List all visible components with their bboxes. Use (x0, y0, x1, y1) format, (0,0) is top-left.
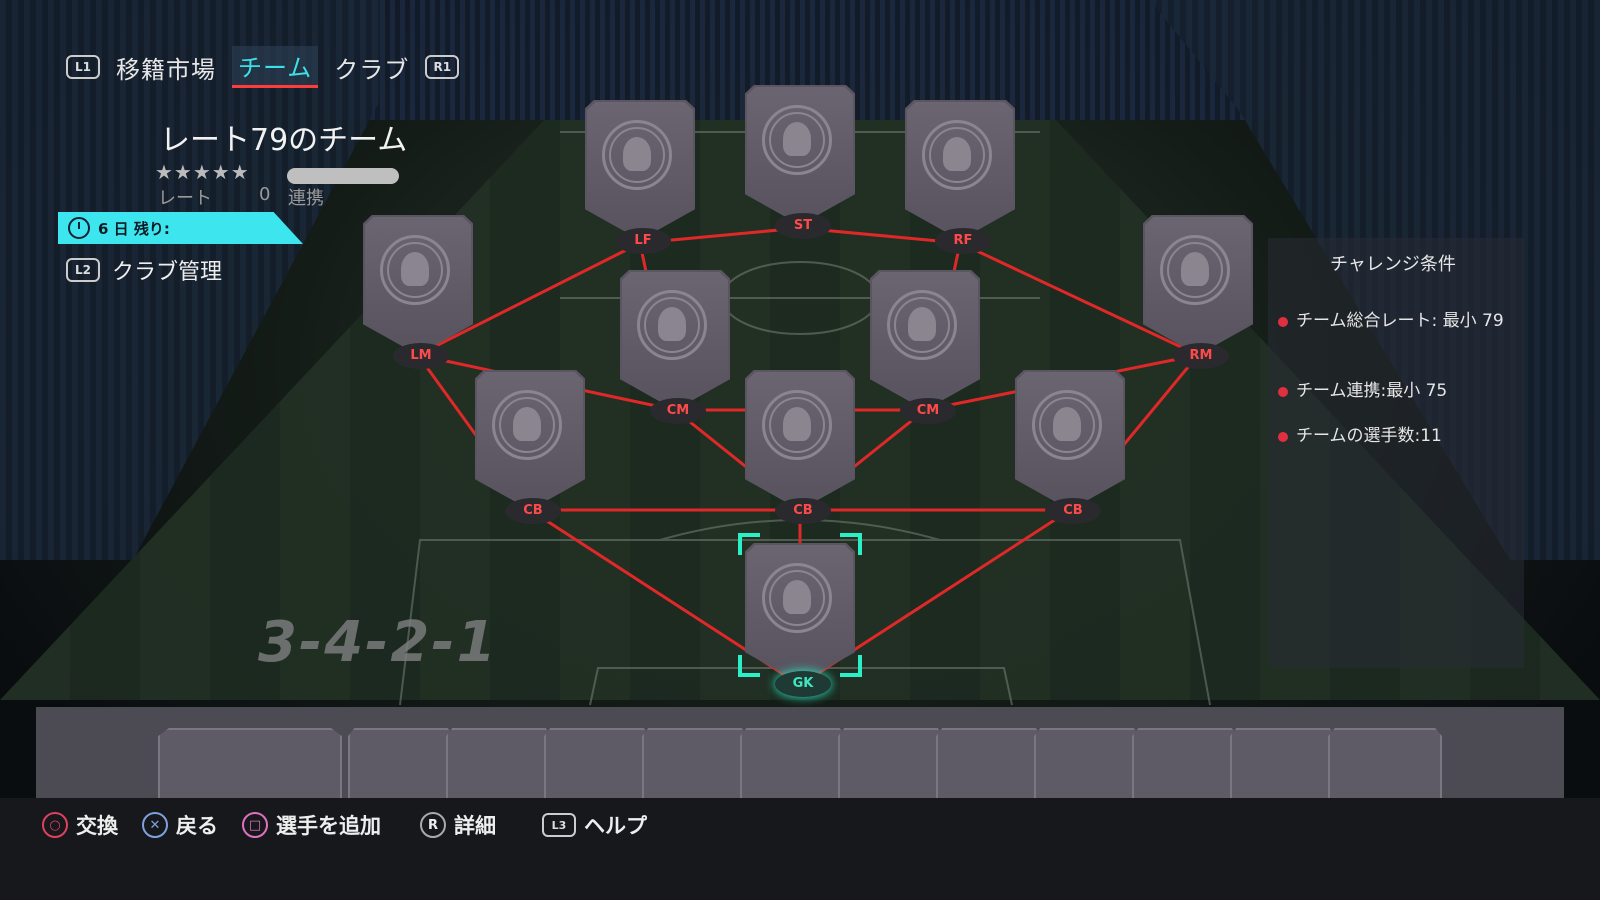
empty-player-icon (1160, 235, 1230, 305)
empty-player-icon (492, 390, 562, 460)
position-label: LF (615, 228, 671, 254)
hint-details[interactable]: R 詳細 (420, 810, 496, 840)
tab-team[interactable]: チーム (232, 46, 319, 88)
player-slot-cb-center[interactable]: CB (745, 370, 855, 524)
squad-title: レート79のチーム (160, 123, 408, 158)
position-label: CB (1045, 498, 1101, 524)
top-nav: L1 移籍市場 チーム クラブ R1 (66, 46, 460, 88)
l1-button[interactable]: L1 (66, 55, 100, 79)
player-slot-rf[interactable]: RF (905, 100, 1015, 254)
tab-transfer-market[interactable]: 移籍市場 (110, 48, 222, 87)
position-label: CM (650, 398, 706, 424)
bullet-icon (1278, 432, 1288, 442)
player-slot-st[interactable]: ST (745, 85, 855, 239)
hint-help[interactable]: L3 ヘルプ (542, 810, 647, 840)
square-button-icon: □ (242, 812, 268, 838)
selection-cursor (738, 533, 862, 677)
player-slot-cm-right[interactable]: CM (870, 270, 980, 424)
l2-button[interactable]: L2 (66, 258, 100, 282)
player-slot-cb-right[interactable]: CB (1015, 370, 1125, 524)
cross-button-icon: ✕ (142, 812, 168, 838)
empty-player-icon (762, 105, 832, 175)
left-stick-icon: L3 (542, 813, 576, 837)
button-hint-bar (0, 798, 1600, 900)
timer-text: 6 日 残り: (98, 219, 170, 238)
position-label: CB (775, 498, 831, 524)
club-management-label: クラブ管理 (112, 260, 223, 285)
requirement-item: チーム連携:最小 75 (1278, 378, 1524, 404)
requirement-text: チーム総合レート: 最小 79 (1296, 311, 1504, 331)
player-slot-cm-left[interactable]: CM (620, 270, 730, 424)
empty-player-icon (602, 120, 672, 190)
hint-label: 詳細 (454, 814, 496, 838)
star-rating: ★★★★★ (155, 160, 250, 184)
chemistry-bar (287, 168, 399, 184)
empty-player-icon (380, 235, 450, 305)
requirement-text: チーム連携:最小 75 (1296, 381, 1448, 401)
player-slot-rm[interactable]: RM (1143, 215, 1253, 369)
player-slot-cb-left[interactable]: CB (475, 370, 585, 524)
challenge-panel (1268, 238, 1524, 668)
player-slot-lm[interactable]: LM (363, 215, 473, 369)
player-slot-lf[interactable]: LF (585, 100, 695, 254)
position-label: CB (505, 498, 561, 524)
r1-button[interactable]: R1 (425, 55, 460, 79)
tab-club[interactable]: クラブ (328, 48, 415, 87)
hint-label: ヘルプ (584, 814, 647, 838)
right-stick-icon: R (420, 812, 446, 838)
requirement-item: チームの選手数:11 (1278, 423, 1524, 449)
position-label: ST (775, 213, 831, 239)
hint-label: 交換 (76, 814, 118, 838)
empty-player-icon (1032, 390, 1102, 460)
chemistry-label: 連携 (288, 188, 324, 209)
empty-player-icon (762, 390, 832, 460)
hint-label: 選手を追加 (276, 814, 381, 838)
empty-player-icon (637, 290, 707, 360)
requirement-item: チーム総合レート: 最小 79 (1278, 308, 1524, 334)
challenge-title: チャレンジ条件 (1330, 254, 1456, 275)
hint-back[interactable]: ✕ 戻る (142, 810, 218, 840)
formation-label: 3-4-2-1 (258, 610, 498, 675)
hint-label: 戻る (176, 814, 218, 838)
position-label: RF (935, 228, 991, 254)
hint-add-player[interactable]: □ 選手を追加 (242, 810, 381, 840)
circle-button-icon: ○ (42, 812, 68, 838)
rating-value: 0 (259, 184, 271, 205)
rating-label: レート (158, 188, 212, 209)
bullet-icon (1278, 317, 1288, 327)
position-label: RM (1173, 343, 1229, 369)
timer-banner: 6 日 残り: (58, 212, 303, 244)
empty-player-icon (887, 290, 957, 360)
club-management-button[interactable]: L2 クラブ管理 (66, 254, 222, 286)
bullet-icon (1278, 387, 1288, 397)
stopwatch-icon (68, 217, 90, 239)
requirement-text: チームの選手数:11 (1296, 426, 1442, 446)
position-label: LM (393, 343, 449, 369)
position-label: CM (900, 398, 956, 424)
hint-swap[interactable]: ○ 交換 (42, 810, 118, 840)
empty-player-icon (922, 120, 992, 190)
